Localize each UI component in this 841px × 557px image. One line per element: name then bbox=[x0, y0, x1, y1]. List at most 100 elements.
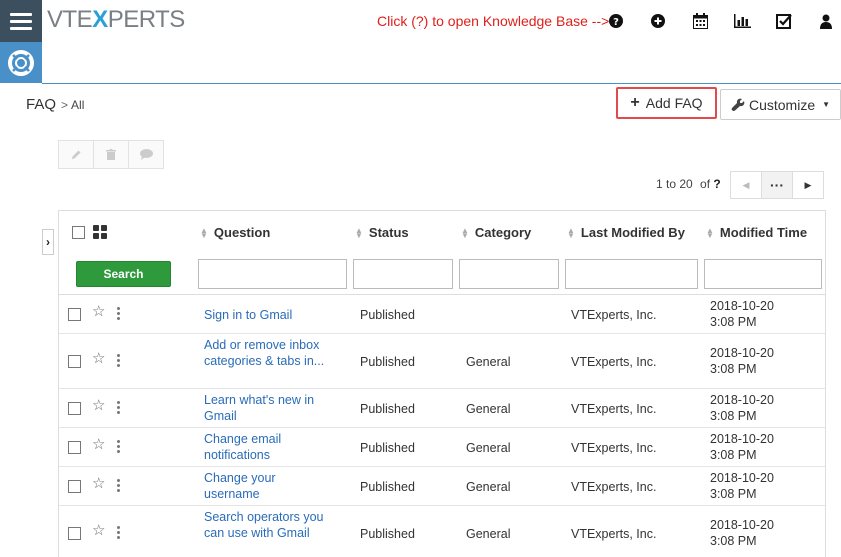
caret-down-icon: ▼ bbox=[822, 100, 831, 109]
table-header: ▲ ▼ Question ▲ ▼ Status ▲ ▼ Category ▲ ▼ Last Mo… bbox=[59, 211, 825, 255]
search-button[interactable]: Search bbox=[76, 261, 171, 287]
question-link[interactable]: Sign in to Gmail bbox=[204, 307, 329, 323]
modified-by-cell: VTExperts, Inc. bbox=[571, 402, 657, 416]
mass-action-group bbox=[58, 140, 164, 169]
main-menu-button[interactable] bbox=[0, 0, 42, 42]
faq-list-table: ▲ ▼ Question ▲ ▼ Status ▲ ▼ Category ▲ ▼ Last Mo… bbox=[58, 210, 826, 557]
column-header-last-modified-by[interactable]: ▲ ▼ Last Modified By bbox=[567, 225, 685, 240]
status-cell: Published bbox=[360, 527, 415, 541]
user-icon[interactable] bbox=[816, 11, 836, 31]
breadcrumb-view: All bbox=[71, 98, 85, 112]
sort-icon: ▲ ▼ bbox=[200, 225, 208, 240]
wrench-icon bbox=[731, 98, 745, 111]
more-options-icon[interactable] bbox=[117, 526, 120, 539]
page-jump-button[interactable]: ··· bbox=[761, 171, 793, 199]
more-options-icon[interactable] bbox=[117, 307, 120, 320]
sort-icon: ▲ ▼ bbox=[567, 225, 575, 240]
grid-view-icon[interactable] bbox=[93, 225, 107, 239]
star-icon[interactable]: ☆ bbox=[92, 437, 105, 452]
ellipsis-icon: ··· bbox=[770, 177, 784, 193]
star-icon[interactable]: ☆ bbox=[92, 523, 105, 538]
delete-button[interactable] bbox=[93, 140, 129, 169]
modified-time-cell: 2018-10-20 3:08 PM bbox=[710, 518, 774, 548]
table-row[interactable]: ☆ Search operators you can use with Gmai… bbox=[59, 506, 825, 557]
sort-icon: ▲ ▼ bbox=[706, 225, 714, 240]
question-link[interactable]: Add or remove inbox categories & tabs in… bbox=[204, 337, 329, 369]
modified-time-cell: 2018-10-20 3:08 PM bbox=[710, 393, 774, 423]
breadcrumb-separator: > bbox=[61, 98, 69, 112]
row-checkbox[interactable] bbox=[68, 480, 81, 493]
hamburger-icon bbox=[10, 12, 32, 16]
breadcrumb-module[interactable]: FAQ bbox=[26, 96, 56, 113]
modified-time-cell: 2018-10-20 3:08 PM bbox=[710, 299, 774, 329]
next-page-button[interactable]: ▶ bbox=[792, 171, 824, 199]
star-icon[interactable]: ☆ bbox=[92, 476, 105, 491]
status-filter-input[interactable] bbox=[353, 259, 453, 289]
category-cell: General bbox=[466, 527, 511, 541]
modified-by-cell: VTExperts, Inc. bbox=[571, 527, 657, 541]
pagination-total[interactable]: ? bbox=[713, 177, 720, 191]
comment-button[interactable] bbox=[128, 140, 164, 169]
question-link[interactable]: Change your username bbox=[204, 470, 329, 502]
more-options-icon[interactable] bbox=[117, 401, 120, 414]
plus-circle-icon[interactable] bbox=[648, 11, 668, 31]
star-icon[interactable]: ☆ bbox=[92, 398, 105, 413]
lifebuoy-icon bbox=[8, 49, 34, 76]
edit-button[interactable] bbox=[58, 140, 94, 169]
pencil-icon bbox=[71, 150, 80, 159]
svg-text:?: ? bbox=[613, 17, 619, 28]
more-options-icon[interactable] bbox=[117, 440, 120, 453]
row-checkbox[interactable] bbox=[68, 527, 81, 540]
more-options-icon[interactable] bbox=[117, 354, 120, 367]
column-header-category[interactable]: ▲ ▼ Category bbox=[461, 225, 531, 240]
star-icon[interactable]: ☆ bbox=[92, 351, 105, 366]
header-divider bbox=[42, 83, 841, 84]
status-cell: Published bbox=[360, 355, 415, 369]
table-row[interactable]: ☆ Add or remove inbox categories & tabs … bbox=[59, 334, 825, 389]
header-icons: ? bbox=[606, 11, 841, 31]
column-header-modified-time[interactable]: ▲ ▼ Modified Time bbox=[706, 225, 807, 240]
star-icon[interactable]: ☆ bbox=[92, 304, 105, 319]
question-link[interactable]: Learn what's new in Gmail bbox=[204, 392, 329, 424]
modified-by-cell: VTExperts, Inc. bbox=[571, 355, 657, 369]
modified-time-cell: 2018-10-20 3:08 PM bbox=[710, 346, 774, 376]
sidebar-toggle[interactable]: › bbox=[42, 229, 54, 255]
customize-button[interactable]: Customize ▼ bbox=[720, 89, 841, 120]
trash-icon bbox=[106, 149, 116, 160]
question-link[interactable]: Search operators you can use with Gmail bbox=[204, 509, 329, 541]
add-faq-button[interactable]: + Add FAQ bbox=[616, 87, 717, 119]
question-link[interactable]: Change email notifications bbox=[204, 431, 329, 463]
column-header-status[interactable]: ▲ ▼ Status bbox=[355, 225, 409, 240]
modified-time-filter-input[interactable] bbox=[704, 259, 822, 289]
help-icon[interactable]: ? bbox=[606, 11, 626, 31]
chevron-right-icon: ▶ bbox=[804, 179, 812, 190]
bar-chart-icon[interactable] bbox=[732, 11, 752, 31]
status-cell: Published bbox=[360, 402, 415, 416]
breadcrumb: FAQ > All bbox=[26, 96, 84, 113]
table-row[interactable]: ☆ Sign in to Gmail Published VTExperts, … bbox=[59, 295, 825, 334]
pagination-of: of bbox=[700, 177, 711, 191]
support-button[interactable] bbox=[0, 42, 42, 83]
column-header-question[interactable]: ▲ ▼ Question bbox=[200, 225, 270, 240]
modified-by-filter-input[interactable] bbox=[565, 259, 698, 289]
logo: VTEXPERTS bbox=[47, 6, 185, 33]
row-checkbox[interactable] bbox=[68, 308, 81, 321]
plus-icon: + bbox=[630, 94, 640, 111]
more-options-icon[interactable] bbox=[117, 479, 120, 492]
table-row[interactable]: ☆ Learn what's new in Gmail Published Ge… bbox=[59, 389, 825, 428]
customize-label: Customize bbox=[748, 96, 816, 113]
row-checkbox[interactable] bbox=[68, 402, 81, 415]
table-row[interactable]: ☆ Change your username Published General… bbox=[59, 467, 825, 506]
category-filter-input[interactable] bbox=[459, 259, 559, 289]
task-checkbox-icon[interactable] bbox=[774, 11, 794, 31]
chevron-left-icon: ◀ bbox=[742, 179, 750, 190]
table-row[interactable]: ☆ Change email notifications Published G… bbox=[59, 428, 825, 467]
question-filter-input[interactable] bbox=[198, 259, 347, 289]
select-all-checkbox[interactable] bbox=[72, 226, 85, 239]
row-checkbox[interactable] bbox=[68, 355, 81, 368]
prev-page-button[interactable]: ◀ bbox=[730, 171, 762, 199]
row-checkbox[interactable] bbox=[68, 441, 81, 454]
comment-icon bbox=[139, 149, 153, 160]
calendar-icon[interactable] bbox=[690, 11, 710, 31]
status-cell: Published bbox=[360, 308, 415, 322]
